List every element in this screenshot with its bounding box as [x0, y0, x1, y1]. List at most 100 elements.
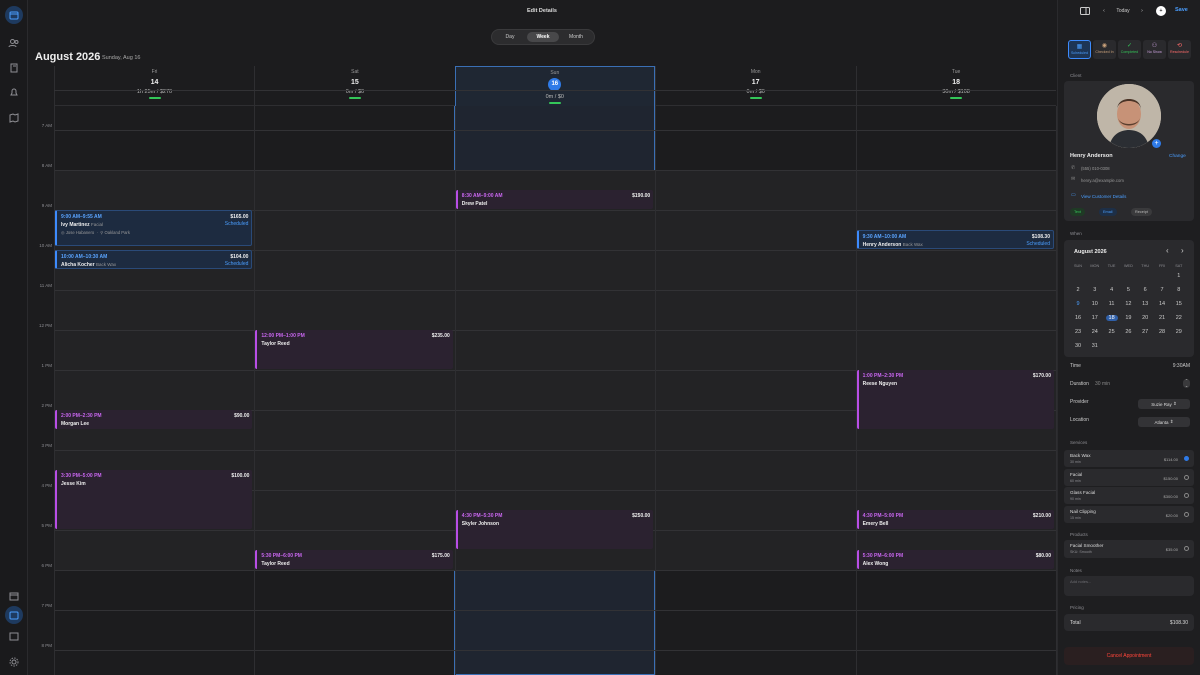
appointment-event[interactable]: 4:30 PM–5:30 PM $250.00 Skyler Johnson — [455, 510, 654, 549]
provider-select[interactable]: Suzie Ray ⇕ — [1138, 399, 1190, 409]
add-photo-icon[interactable]: + — [1152, 139, 1161, 148]
service-item[interactable]: Glass Facial 90 min $300.00 — [1064, 487, 1194, 504]
mini-calendar-day[interactable]: 22 — [1171, 315, 1187, 321]
notifications-icon[interactable] — [7, 86, 21, 100]
mini-calendar-day[interactable]: 27 — [1137, 329, 1153, 335]
appointment-event[interactable]: 5:30 PM–6:00 PM $175.00 Taylor Reed — [255, 550, 453, 569]
hour-row[interactable] — [54, 650, 1056, 675]
mini-calendar-day[interactable]: 17 — [1087, 315, 1103, 321]
client-email[interactable]: henry.a@example.com — [1081, 178, 1124, 183]
mini-calendar-day[interactable]: 31 — [1087, 343, 1103, 349]
mini-calendar-day[interactable]: 14 — [1154, 301, 1170, 307]
mini-calendar-day[interactable]: 9 — [1070, 301, 1086, 307]
service-radio[interactable] — [1184, 456, 1189, 461]
mini-next-icon[interactable]: › — [1181, 246, 1184, 255]
status-completed-button[interactable]: ✓ Completed — [1118, 40, 1141, 59]
appointment-event[interactable]: 12:00 PM–1:00 PM $235.00 Taylor Reed — [255, 330, 453, 369]
view-week-button[interactable]: Week — [527, 32, 559, 42]
hour-row[interactable] — [54, 570, 1056, 610]
appointment-event[interactable]: 5:30 PM–6:00 PM $80.00 Alex Wong — [856, 550, 1054, 569]
notes-field[interactable]: Add notes... — [1064, 576, 1194, 596]
calendar-nav-icon[interactable] — [5, 6, 23, 24]
location-row[interactable]: Location Atlanta ⇕ — [1070, 417, 1190, 429]
mini-calendar-day[interactable]: 8 — [1171, 287, 1187, 293]
service-radio[interactable] — [1184, 474, 1189, 480]
mini-calendar-day[interactable]: 12 — [1120, 301, 1136, 307]
status-checked-in-button[interactable]: ◉ Checked In — [1093, 40, 1116, 59]
duration-value[interactable]: 30 min — [1095, 381, 1110, 387]
mini-calendar-day[interactable]: 6 — [1137, 287, 1153, 293]
mini-calendar-day[interactable]: 10 — [1087, 301, 1103, 307]
reports-icon[interactable] — [7, 61, 21, 75]
mini-calendar-day[interactable]: 23 — [1070, 329, 1086, 335]
settings-gear-icon[interactable] — [7, 655, 21, 669]
inbox-icon[interactable] — [7, 629, 21, 643]
mini-calendar-day[interactable]: 16 — [1070, 315, 1086, 321]
schedule-icon[interactable] — [5, 606, 23, 624]
mini-calendar-day[interactable]: 18 — [1105, 315, 1118, 321]
mini-calendar-day[interactable]: 29 — [1171, 329, 1187, 335]
view-day-button[interactable]: Day — [494, 32, 526, 42]
cancel-appointment-button[interactable]: Cancel Appointment — [1064, 647, 1194, 665]
hour-row[interactable] — [54, 290, 1056, 330]
appointment-event[interactable]: 9:30 AM–10:00 AM $108.30 Henry Anderson Ba… — [856, 230, 1054, 249]
sidebar-toggle-icon[interactable] — [1078, 5, 1092, 17]
product-item[interactable]: Facial Smoother SKU: Smooth $35.00 — [1064, 540, 1194, 558]
text-client-button[interactable]: Text — [1070, 208, 1085, 216]
view-month-button[interactable]: Month — [560, 32, 592, 42]
view-customer-details-link[interactable]: View Customer Details — [1081, 194, 1126, 199]
mini-calendar-day[interactable]: 11 — [1104, 301, 1120, 307]
product-radio[interactable] — [1184, 546, 1189, 551]
duration-row[interactable]: Duration 30 min ⌃ ⌄ — [1070, 378, 1190, 393]
mini-calendar-day[interactable]: 7 — [1154, 287, 1170, 293]
hour-row[interactable] — [54, 610, 1056, 650]
add-appointment-icon[interactable]: + — [1156, 6, 1166, 16]
duration-stepper[interactable]: ⌃ ⌄ — [1183, 378, 1190, 388]
mini-calendar-day[interactable]: 4 — [1104, 287, 1120, 293]
map-icon[interactable] — [7, 111, 21, 125]
calendar-alt-icon[interactable] — [7, 589, 21, 603]
appointment-event[interactable]: 8:30 AM–9:00 AM $190.00 Drew Patel — [455, 190, 654, 209]
mini-calendar-day[interactable]: 21 — [1154, 315, 1170, 321]
appointment-event[interactable]: 2:00 PM–2:30 PM $90.00 Morgan Lee — [55, 410, 253, 429]
mini-calendar-day[interactable]: 2 — [1070, 287, 1086, 293]
next-chevron-icon[interactable]: › — [1137, 5, 1147, 17]
mini-calendar-day[interactable]: 3 — [1087, 287, 1103, 293]
time-row[interactable]: Time 9:30AM — [1070, 363, 1190, 375]
status-no-show-button[interactable]: ⚇ No Show — [1143, 40, 1166, 59]
mini-calendar-day[interactable]: 20 — [1137, 315, 1153, 321]
change-client-link[interactable]: Change — [1169, 154, 1186, 159]
appointment-event[interactable]: 9:00 AM–9:55 AM $165.00 Ivy Martinez Facia… — [55, 210, 253, 246]
mini-calendar-day[interactable]: 25 — [1104, 329, 1120, 335]
service-item[interactable]: Facial 60 min $150.00 — [1064, 468, 1194, 486]
hour-row[interactable] — [54, 90, 1056, 130]
hour-row[interactable] — [54, 330, 1056, 370]
today-button[interactable]: Today — [1111, 5, 1135, 17]
clients-icon[interactable] — [7, 36, 21, 50]
mini-prev-icon[interactable]: ‹ — [1166, 246, 1169, 255]
service-item[interactable]: Nail Clipping 15 min $20.00 — [1064, 505, 1194, 523]
appointment-event[interactable]: 3:30 PM–5:00 PM $100.00 Jesse Kim — [55, 470, 253, 529]
status-reschedule-button[interactable]: ⟲ Reschedule — [1168, 40, 1191, 59]
appointment-event[interactable]: 10:00 AM–10:30 AM $104.00 Alicha Kocher Ba… — [55, 250, 253, 269]
receipt-button[interactable]: Receipt — [1131, 208, 1152, 216]
mini-calendar-day[interactable]: 19 — [1120, 315, 1136, 321]
service-radio[interactable] — [1184, 511, 1189, 517]
mini-calendar-day[interactable]: 28 — [1154, 329, 1170, 335]
mini-calendar-day[interactable]: 15 — [1171, 301, 1187, 307]
mini-calendar-day[interactable]: 5 — [1120, 287, 1136, 293]
mini-calendar-day[interactable]: 26 — [1120, 329, 1136, 335]
email-client-button[interactable]: Email — [1099, 208, 1117, 216]
provider-row[interactable]: Provider Suzie Ray ⇕ — [1070, 399, 1190, 411]
status-scheduled-button[interactable]: ▦ Scheduled — [1068, 40, 1091, 59]
mini-calendar-day[interactable]: 13 — [1137, 301, 1153, 307]
service-radio[interactable] — [1184, 493, 1189, 498]
client-phone[interactable]: (555) 010-0308 — [1081, 166, 1110, 171]
appointment-event[interactable]: 4:30 PM–5:00 PM $210.00 Emery Bell — [856, 510, 1054, 529]
mini-calendar-day[interactable]: 24 — [1087, 329, 1103, 335]
save-button[interactable]: Save — [1175, 7, 1188, 13]
mini-calendar-day[interactable]: 1 — [1171, 273, 1187, 279]
location-select[interactable]: Atlanta ⇕ — [1138, 417, 1190, 427]
hour-row[interactable] — [54, 130, 1056, 170]
appointment-event[interactable]: 1:00 PM–2:30 PM $170.00 Reese Nguyen — [856, 370, 1054, 429]
